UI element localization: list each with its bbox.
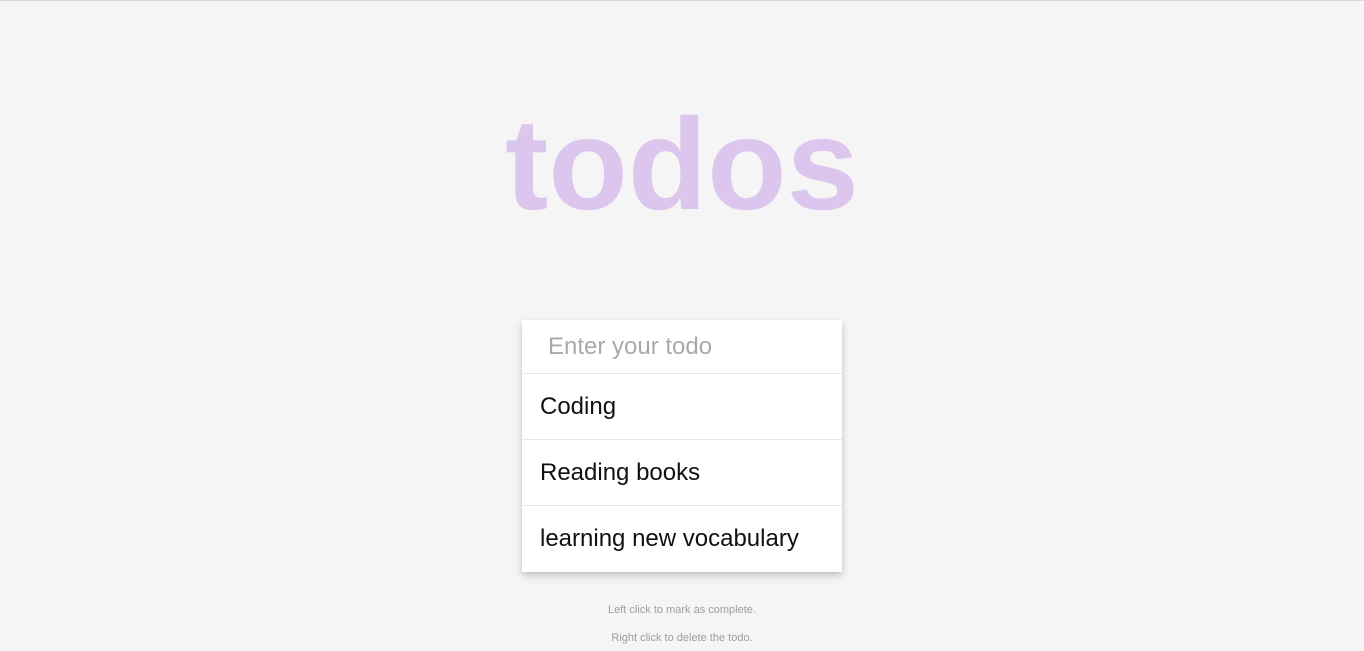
app-title: todos [505,91,859,237]
todo-item-coding[interactable]: Coding [522,374,842,440]
todo-input[interactable] [522,320,842,374]
todo-list: Coding Reading books learning new vocabu… [522,374,842,572]
todo-item-learning-new-vocabulary[interactable]: learning new vocabulary [522,506,842,572]
todo-item-reading-books[interactable]: Reading books [522,440,842,506]
todo-card: Coding Reading books learning new vocabu… [522,320,842,572]
hint-right-click: Right click to delete the todo. [611,632,753,644]
hint-left-click: Left click to mark as complete. [608,604,756,616]
